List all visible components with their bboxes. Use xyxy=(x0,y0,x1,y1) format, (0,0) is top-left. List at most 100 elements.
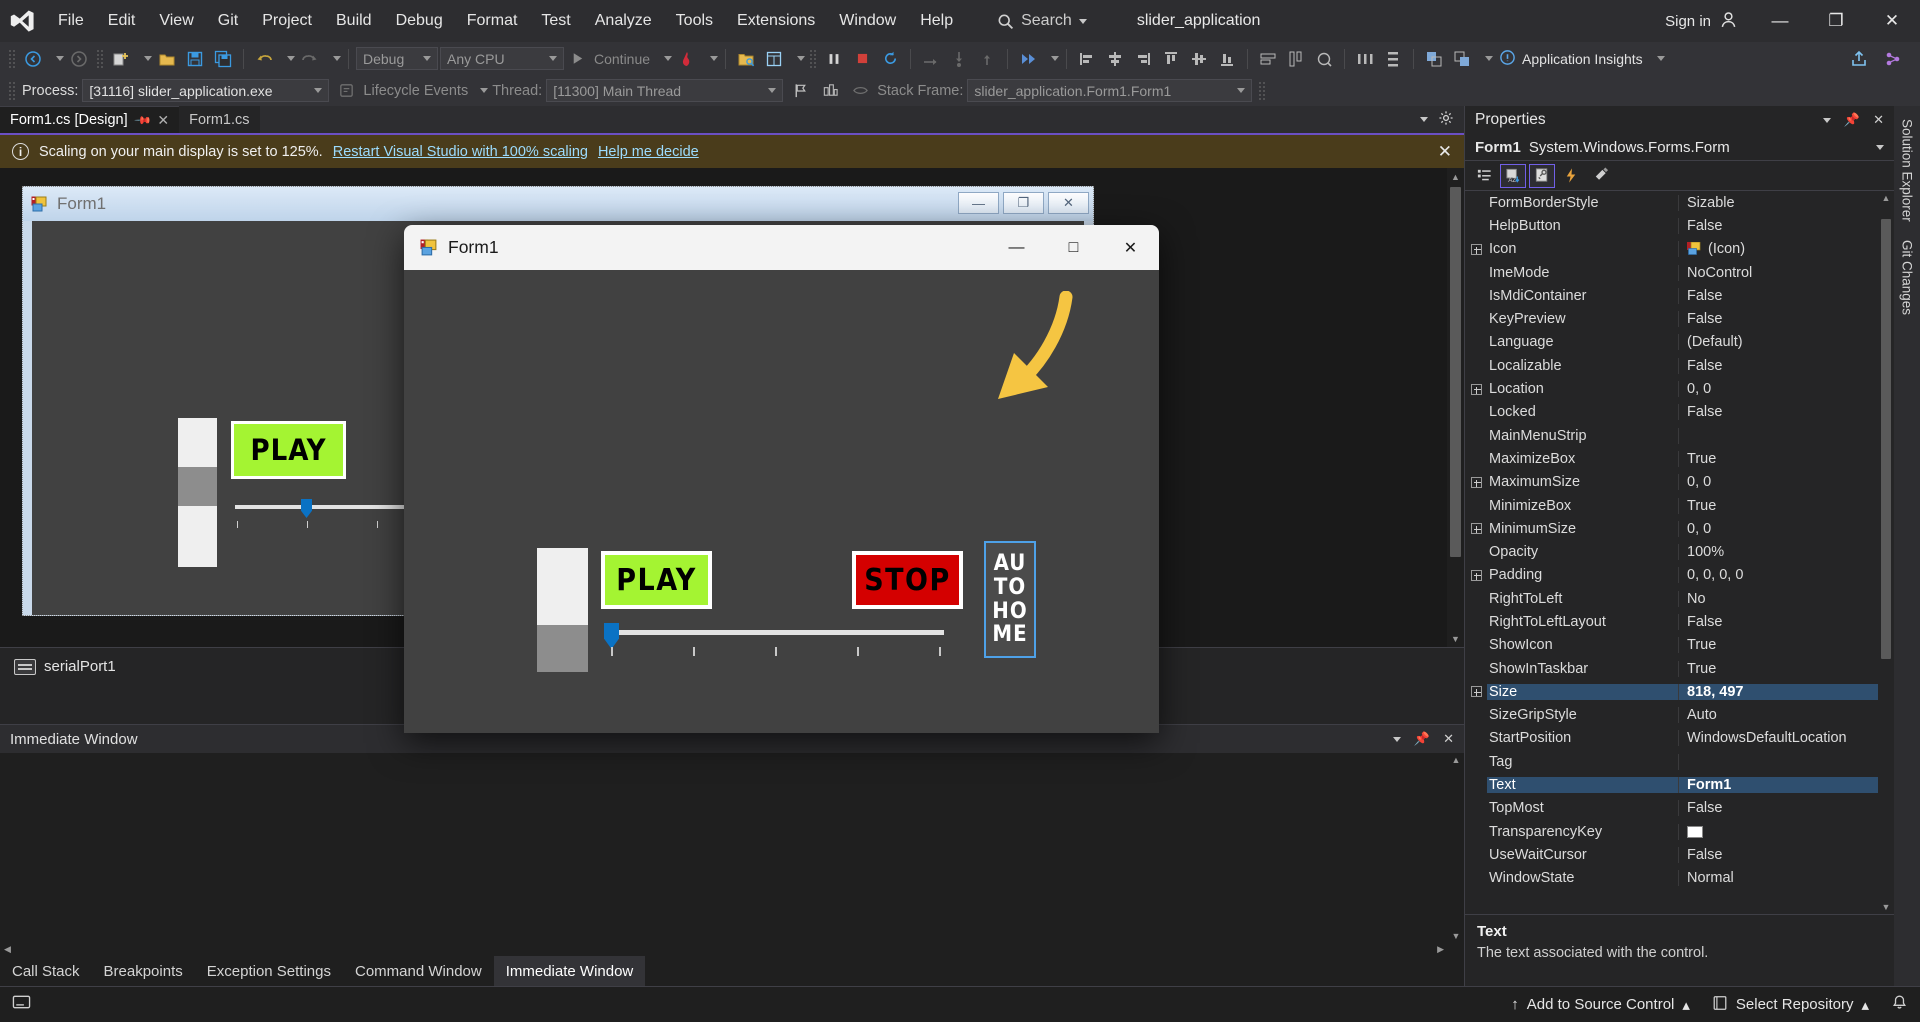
properties-scrollbar[interactable]: ▲ ▼ xyxy=(1878,191,1894,914)
property-value[interactable]: False xyxy=(1679,800,1894,816)
property-row[interactable]: MinimizeBox True xyxy=(1465,494,1894,517)
stop-debugging-icon[interactable] xyxy=(849,46,875,71)
navigate-forward-icon[interactable] xyxy=(66,46,92,71)
property-value[interactable]: True xyxy=(1679,637,1894,653)
menu-item-tools[interactable]: Tools xyxy=(664,0,725,42)
property-value[interactable]: False xyxy=(1679,847,1894,863)
app-slider[interactable] xyxy=(604,621,944,656)
scroll-up-icon[interactable]: ▲ xyxy=(1447,168,1464,185)
app-minimize-button[interactable]: — xyxy=(988,225,1045,270)
scroll-up-icon[interactable]: ▲ xyxy=(1450,753,1463,767)
horizontal-spacing-icon[interactable] xyxy=(1352,46,1378,71)
continue-label[interactable]: Continue xyxy=(590,51,654,67)
alphabetical-view-icon[interactable]: AZ xyxy=(1500,163,1526,188)
immediate-vertical-scrollbar[interactable]: ▲ ▼ xyxy=(1448,753,1464,943)
send-to-back-icon[interactable] xyxy=(1449,46,1475,71)
live-share-icon[interactable] xyxy=(1880,46,1906,71)
app-play-button[interactable]: PLAY xyxy=(601,551,712,609)
thread-marker-icon[interactable] xyxy=(1015,46,1041,71)
property-row[interactable]: Padding 0, 0, 0, 0 xyxy=(1465,564,1894,587)
properties-dropdown-icon[interactable] xyxy=(797,56,806,61)
debug-toolbar-grip-icon[interactable] xyxy=(8,80,16,101)
property-row[interactable]: Locked False xyxy=(1465,401,1894,424)
show-all-files-icon[interactable] xyxy=(733,46,759,71)
step-out-icon[interactable] xyxy=(974,46,1000,71)
toolbar-grip-icon-3[interactable] xyxy=(809,48,818,69)
property-value[interactable]: 818, 497 xyxy=(1679,683,1894,700)
align-bottoms-icon[interactable] xyxy=(1214,46,1240,71)
property-pages-icon[interactable] xyxy=(1587,164,1613,188)
property-value[interactable]: Normal xyxy=(1679,870,1894,886)
property-value[interactable]: False xyxy=(1679,218,1894,234)
properties-window-icon[interactable] xyxy=(761,46,787,71)
solution-config-dropdown[interactable]: Debug xyxy=(356,47,438,70)
scroll-down-icon[interactable]: ▼ xyxy=(1447,630,1464,647)
designer-maximize-button[interactable]: ❐ xyxy=(1003,192,1044,214)
property-row[interactable]: IsMdiContainer False xyxy=(1465,284,1894,307)
property-row[interactable]: SizeGripStyle Auto xyxy=(1465,704,1894,727)
menu-item-help[interactable]: Help xyxy=(908,0,965,42)
nav-back-dropdown-icon[interactable] xyxy=(56,56,64,61)
gear-icon[interactable] xyxy=(1438,110,1454,129)
property-value[interactable]: (Icon) xyxy=(1679,241,1894,257)
share-icon[interactable] xyxy=(1846,46,1872,71)
add-to-source-control-button[interactable]: ↑ Add to Source Control ▴ xyxy=(1511,996,1690,1014)
events-view-icon[interactable] xyxy=(1558,164,1584,188)
break-all-icon[interactable] xyxy=(821,46,847,71)
stack-frame-dropdown[interactable]: slider_application.Form1.Form1 xyxy=(967,79,1253,102)
process-dropdown[interactable]: [31116] slider_application.exe xyxy=(82,79,330,102)
save-icon[interactable] xyxy=(182,46,208,71)
undo-icon[interactable] xyxy=(251,46,277,71)
expand-plus-icon[interactable] xyxy=(1465,523,1487,535)
thread-dropdown-icon[interactable] xyxy=(1051,56,1060,61)
properties-view-icon[interactable] xyxy=(1529,163,1555,188)
lifecycle-events-icon[interactable] xyxy=(333,78,359,103)
property-row[interactable]: Text Form1 xyxy=(1465,773,1894,796)
pin-icon[interactable]: 📌 xyxy=(133,111,152,129)
property-row[interactable]: MainMenuStrip xyxy=(1465,424,1894,447)
lifecycle-events-label[interactable]: Lifecycle Events xyxy=(363,83,468,99)
window-minimize-button[interactable]: — xyxy=(1752,0,1808,42)
navigate-backward-icon[interactable] xyxy=(20,46,46,71)
dock-solution-explorer[interactable]: Solution Explorer xyxy=(1900,112,1915,229)
solution-platform-dropdown[interactable]: Any CPU xyxy=(440,47,564,70)
scroll-up-icon[interactable]: ▲ xyxy=(1880,191,1893,205)
running-app-title-bar[interactable]: Form1 — □ ✕ xyxy=(404,225,1159,270)
property-row[interactable]: TransparencyKey xyxy=(1465,820,1894,843)
property-row[interactable]: Tag xyxy=(1465,750,1894,773)
property-row[interactable]: FormBorderStyle Sizable xyxy=(1465,191,1894,214)
menu-item-test[interactable]: Test xyxy=(529,0,582,42)
property-row[interactable]: KeyPreview False xyxy=(1465,307,1894,330)
chevron-down-icon[interactable] xyxy=(1392,736,1401,742)
menu-item-window[interactable]: Window xyxy=(827,0,908,42)
app-maximize-button[interactable]: □ xyxy=(1045,225,1102,270)
expand-plus-icon[interactable] xyxy=(1465,686,1487,698)
thread-dropdown[interactable]: [11300] Main Thread xyxy=(546,79,784,102)
layout-dropdown-icon[interactable] xyxy=(1485,56,1494,61)
open-file-icon[interactable] xyxy=(154,46,180,71)
menu-item-debug[interactable]: Debug xyxy=(384,0,455,42)
property-row[interactable]: HelpButton False xyxy=(1465,214,1894,237)
property-value[interactable]: No xyxy=(1679,591,1894,607)
app-trackbar-vertical[interactable] xyxy=(537,548,588,672)
size-to-grid-icon[interactable] xyxy=(1311,46,1337,71)
debug-toolbar-grip-icon-2[interactable] xyxy=(1258,80,1267,101)
designer-play-button[interactable]: PLAY xyxy=(231,421,346,479)
property-value[interactable]: 0, 0 xyxy=(1679,474,1894,490)
property-row[interactable]: ShowIcon True xyxy=(1465,634,1894,657)
expand-plus-icon[interactable] xyxy=(1465,569,1487,581)
menu-item-extensions[interactable]: Extensions xyxy=(725,0,827,42)
property-value[interactable]: False xyxy=(1679,358,1894,374)
property-row[interactable]: Location 0, 0 xyxy=(1465,377,1894,400)
designer-minimize-button[interactable]: — xyxy=(958,192,999,214)
categorized-view-icon[interactable] xyxy=(1471,164,1497,188)
property-row[interactable]: MinimumSize 0, 0 xyxy=(1465,517,1894,540)
redo-icon[interactable] xyxy=(297,46,323,71)
property-value[interactable]: True xyxy=(1679,451,1894,467)
property-row[interactable]: ImeMode NoControl xyxy=(1465,261,1894,284)
property-value[interactable]: True xyxy=(1679,661,1894,677)
property-value[interactable]: False xyxy=(1679,404,1894,420)
bring-to-front-icon[interactable] xyxy=(1421,46,1447,71)
designer-trackbar-vertical[interactable] xyxy=(178,418,217,567)
parallel-watch-icon[interactable] xyxy=(847,78,873,103)
